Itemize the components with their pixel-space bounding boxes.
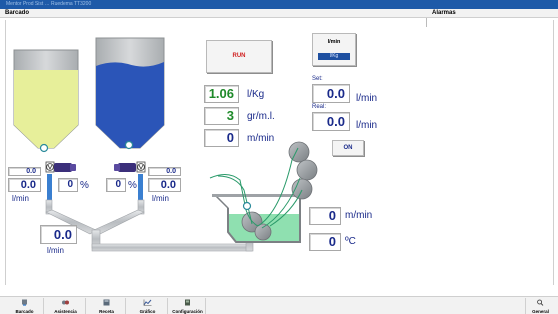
- nav-receta[interactable]: Receta: [88, 298, 126, 314]
- right-pump-percent-value: 0: [115, 179, 121, 190]
- right-pump-small-box: 0.0: [148, 167, 181, 176]
- left-pump-percent-unit: %: [80, 180, 89, 191]
- left-tank-liquid: [14, 70, 78, 148]
- nav-grafico-label: Gráfico: [139, 309, 156, 314]
- assist-icon: [62, 300, 69, 305]
- nav-barcado[interactable]: Barcado: [6, 298, 44, 314]
- tank-icon: [22, 299, 27, 306]
- ratio-value: 1.06: [208, 86, 234, 101]
- nav-general[interactable]: General: [525, 298, 555, 314]
- pipework: [45, 199, 254, 252]
- total-flow-unit: l/min: [47, 246, 64, 255]
- left-pump-percent-box: 0: [58, 178, 78, 192]
- run-button[interactable]: RUN: [206, 40, 272, 73]
- right-pump-percent-box: 0: [106, 178, 126, 192]
- set-label: Set:: [312, 76, 323, 82]
- right-pump-small-value: 0.0: [166, 168, 176, 175]
- nav-asistencia-label: Asistencia: [54, 309, 77, 314]
- concentration-unit: gr/m.l.: [247, 111, 275, 122]
- config-icon: [185, 299, 190, 306]
- set-value-box[interactable]: 0.0: [312, 84, 350, 103]
- left-pump-flow-value: 0.0: [20, 179, 36, 191]
- unit-option-lkg-selected: l/Kg: [318, 53, 350, 60]
- real-value-box: 0.0: [312, 112, 350, 131]
- set-unit: l/min: [356, 93, 378, 104]
- on-label: ON: [343, 145, 353, 151]
- real-unit: l/min: [356, 120, 378, 131]
- real-value: 0.0: [326, 114, 345, 129]
- bath-temp-value: 0: [328, 234, 336, 249]
- left-pump-flow-unit: l/min: [12, 194, 29, 203]
- left-pump-small-box: 0.0: [8, 167, 41, 176]
- total-flow-value: 0.0: [53, 227, 72, 242]
- left-pump-percent-value: 0: [67, 179, 73, 190]
- nav-asistencia[interactable]: Asistencia: [46, 298, 86, 314]
- nav-receta-label: Receta: [99, 309, 114, 314]
- bath-speed-value: 0: [328, 208, 336, 223]
- total-flow-box: 0.0: [40, 225, 77, 244]
- ratio-unit: l/Kg: [247, 89, 265, 100]
- right-pump-percent-unit: %: [128, 180, 137, 191]
- nav-grafico[interactable]: Gráfico: [128, 298, 168, 314]
- concentration-value: 3: [226, 108, 234, 123]
- left-pump-flow-box: 0.0: [8, 178, 41, 192]
- left-tank: [13, 49, 79, 153]
- bath-speed-unit: m/min: [345, 210, 373, 221]
- nav-configuracion[interactable]: Configuración: [170, 298, 206, 314]
- unit-option-lmin: l/min: [327, 39, 341, 45]
- nav-barcado-label: Barcado: [15, 309, 34, 314]
- search-icon: [537, 299, 544, 306]
- bath-speed-box: 0: [309, 207, 341, 225]
- center-speed-box: 0: [204, 129, 239, 147]
- process-diagram: [13, 37, 318, 252]
- nav-configuracion-label: Configuración: [172, 309, 203, 314]
- run-label: RUN: [232, 53, 246, 59]
- ratio-value-box: 1.06: [204, 85, 239, 103]
- unit-toggle-button[interactable]: l/min l/Kg: [312, 33, 356, 66]
- right-tank: [95, 37, 165, 150]
- concentration-value-box: 3: [204, 107, 239, 125]
- real-label: Real:: [312, 104, 327, 110]
- set-value: 0.0: [326, 86, 345, 101]
- bath-temp-box: 0: [309, 233, 341, 251]
- right-pump-flow-box: 0.0: [148, 178, 181, 192]
- recipe-icon: [103, 299, 110, 306]
- on-button[interactable]: ON: [332, 140, 364, 156]
- nav-general-label: General: [532, 309, 549, 314]
- center-speed-value: 0: [226, 130, 234, 145]
- center-speed-unit: m/min: [247, 133, 275, 144]
- chart-icon: [143, 299, 152, 306]
- right-pump-flow-unit: l/min: [152, 194, 169, 203]
- bath-temp-unit: ºC: [345, 236, 356, 247]
- bottom-nav-bar: Barcado Asistencia Receta Gráfico Config…: [0, 296, 558, 314]
- left-pump-small-value: 0.0: [26, 168, 36, 175]
- right-pump-flow-value: 0.0: [160, 179, 176, 191]
